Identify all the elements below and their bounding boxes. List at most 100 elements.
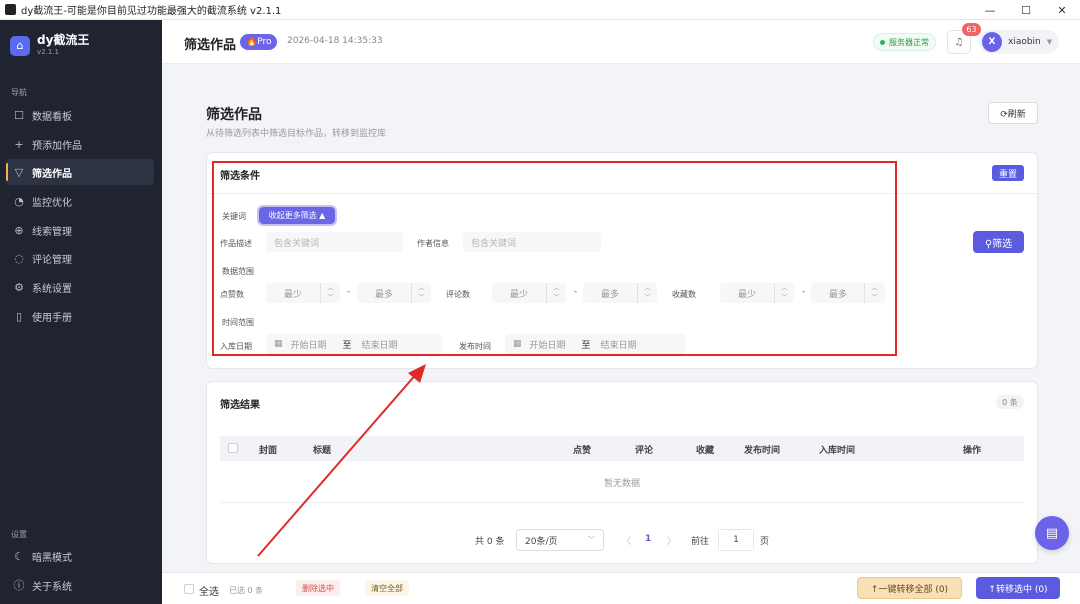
select-all-label[interactable]: 全选 <box>199 583 219 598</box>
filter-submit-button[interactable]: ⚲筛选 <box>973 231 1024 253</box>
move-all-button[interactable]: ↑一键转移全部 (0) <box>857 577 962 599</box>
column-header-title: 标题 <box>313 446 332 456</box>
sidebar-item-filter[interactable]: ▽ 筛选作品 <box>6 159 154 185</box>
refresh-button[interactable]: ⟳刷新 <box>988 102 1038 124</box>
current-page-number[interactable]: 1 <box>645 534 651 544</box>
username: xiaobin <box>1008 37 1041 47</box>
calendar-icon: ▦ <box>274 339 283 349</box>
comments-label: 评论数 <box>446 290 470 299</box>
comments-max-stepper[interactable]: ︿ ﹀ <box>637 283 657 303</box>
sidebar-item-label: 使用手册 <box>32 312 72 324</box>
column-header-publish-time: 发布时间 <box>744 446 781 456</box>
monitor-icon: ◔ <box>14 194 24 208</box>
reset-button[interactable]: 重置 <box>992 165 1024 181</box>
likes-min-stepper[interactable]: ︿ ﹀ <box>320 283 340 303</box>
column-header-favorites: 收藏 <box>696 446 715 456</box>
minimize-button[interactable]: — <box>972 0 1008 20</box>
sidebar-item-dark-mode[interactable]: ☾ 暗黑模式 <box>6 543 154 569</box>
end-date-input[interactable]: 结束日期 <box>362 338 398 351</box>
maximize-button[interactable]: ☐ <box>1008 0 1044 20</box>
author-input[interactable]: 包含关键词 <box>463 232 601 252</box>
desc-input[interactable]: 包含关键词 <box>266 232 403 252</box>
header-title: 筛选作品 <box>184 38 237 53</box>
brand-version: v2.1.1 <box>37 48 59 56</box>
sidebar-item-monitor[interactable]: ◔ 监控优化 <box>6 188 154 214</box>
book-icon: ▯ <box>15 309 23 323</box>
publish-time-label: 发布时间 <box>459 342 491 351</box>
stored-date-range[interactable]: ▦ 开始日期 至 结束日期 <box>266 334 442 354</box>
start-date-input[interactable]: 开始日期 <box>530 338 566 351</box>
sidebar: ⌂ dy截流王 v2.1.1 导航 ☐ 数据看板 + 预添加作品 ▽ 筛选作品 … <box>0 20 162 604</box>
server-status-text: 服务器正常 <box>889 37 929 47</box>
sidebar-item-manual[interactable]: ▯ 使用手册 <box>6 303 154 329</box>
window-titlebar: dy截流王-可能是你目前见过功能最强大的截流系统 v2.1.1 — ☐ ✕ <box>0 0 1080 20</box>
chevron-down-icon: ﹀ <box>553 294 560 301</box>
sidebar-item-dashboard[interactable]: ☐ 数据看板 <box>6 102 154 128</box>
sidebar-item-label: 关于系统 <box>32 581 72 593</box>
keyword-label: 关键词 <box>222 212 246 221</box>
chevron-up-icon: ︿ <box>781 285 788 292</box>
favorites-max-stepper[interactable]: ︿ ﹀ <box>864 283 884 303</box>
sidebar-item-label: 数据看板 <box>32 111 72 123</box>
chevron-up-icon: ︿ <box>418 285 425 292</box>
select-all-checkbox[interactable] <box>184 584 194 594</box>
prev-page-button[interactable]: 〈 <box>622 534 631 547</box>
chevron-up-icon: ︿ <box>871 285 878 292</box>
column-header-likes: 点赞 <box>573 446 592 456</box>
clear-all-button[interactable]: 清空全部 <box>365 580 409 596</box>
notification-count-badge: 63 <box>962 23 981 36</box>
sidebar-item-leads[interactable]: ⊕ 线索管理 <box>6 217 154 243</box>
sidebar-item-comments[interactable]: ◌ 评论管理 <box>6 245 154 271</box>
brand-name: dy截流王 <box>37 33 90 47</box>
page-subtitle: 从待筛选列表中筛选目标作品，转移到监控库 <box>206 129 387 139</box>
column-header-actions: 操作 <box>963 446 982 456</box>
selected-count: 已选 0 条 <box>229 586 264 595</box>
stored-date-label: 入库日期 <box>220 342 252 351</box>
chevron-down-icon: ﹀ <box>588 536 595 544</box>
status-dot-icon <box>880 39 885 45</box>
delete-selected-button[interactable]: 删除选中 <box>296 580 340 596</box>
header-datetime: 2026-04-18 14:35:33 <box>287 36 383 46</box>
publish-time-range[interactable]: ▦ 开始日期 至 结束日期 <box>505 334 685 354</box>
target-icon: ⊕ <box>14 223 24 237</box>
info-icon: ⓘ <box>13 579 25 592</box>
avatar: X <box>982 32 1002 52</box>
settings-section-label: 设置 <box>11 530 27 539</box>
page-size-select[interactable]: 20条/页 ﹀ <box>516 529 604 551</box>
divider <box>206 193 1038 194</box>
sidebar-item-label: 系统设置 <box>32 283 72 295</box>
logo-icon: ⌂ <box>10 35 30 56</box>
range-dash: - <box>347 287 351 297</box>
likes-max-stepper[interactable]: ︿ ﹀ <box>411 283 431 303</box>
sidebar-item-label: 筛选作品 <box>32 168 72 180</box>
comments-min-stepper[interactable]: ︿ ﹀ <box>546 283 566 303</box>
sidebar-item-settings[interactable]: ⚙ 系统设置 <box>6 274 154 300</box>
header-select-checkbox[interactable] <box>228 443 238 453</box>
sidebar-item-label: 暗黑模式 <box>32 552 72 564</box>
range-separator: 至 <box>581 340 591 351</box>
favorites-min-stepper[interactable]: ︿ ﹀ <box>774 283 794 303</box>
document-fab-button[interactable]: ▤ <box>1035 516 1069 550</box>
close-button[interactable]: ✕ <box>1044 0 1080 20</box>
brand: ⌂ dy截流王 v2.1.1 <box>10 34 89 57</box>
chevron-up-icon: ︿ <box>644 285 651 292</box>
chevron-down-icon: ﹀ <box>871 294 878 301</box>
sidebar-item-label: 预添加作品 <box>32 140 82 152</box>
start-date-input[interactable]: 开始日期 <box>291 338 327 351</box>
user-menu[interactable]: X xiaobin ▼ <box>979 30 1059 54</box>
goto-page-input[interactable]: 1 <box>718 529 754 551</box>
end-date-input[interactable]: 结束日期 <box>601 338 637 351</box>
page-title: 筛选作品 <box>206 107 262 123</box>
top-header: 筛选作品 🔥Pro 2026-04-18 14:35:33 服务器正常 ♫ 63… <box>162 20 1080 64</box>
next-page-button[interactable]: 〉 <box>667 534 676 547</box>
collapse-filters-button[interactable]: 收起更多筛选 ▲ <box>257 205 337 226</box>
chevron-up-icon: ︿ <box>327 285 334 292</box>
sidebar-item-pre-add[interactable]: + 预添加作品 <box>6 131 154 157</box>
page-suffix-label: 页 <box>760 537 770 547</box>
move-selected-button[interactable]: ↑转移选中 (0) <box>976 577 1060 599</box>
favorites-label: 收藏数 <box>672 290 696 299</box>
desc-label: 作品描述 <box>220 239 252 248</box>
moon-icon: ☾ <box>14 549 24 563</box>
sidebar-item-about[interactable]: ⓘ 关于系统 <box>6 572 154 598</box>
filter-icon: ▽ <box>14 165 24 179</box>
